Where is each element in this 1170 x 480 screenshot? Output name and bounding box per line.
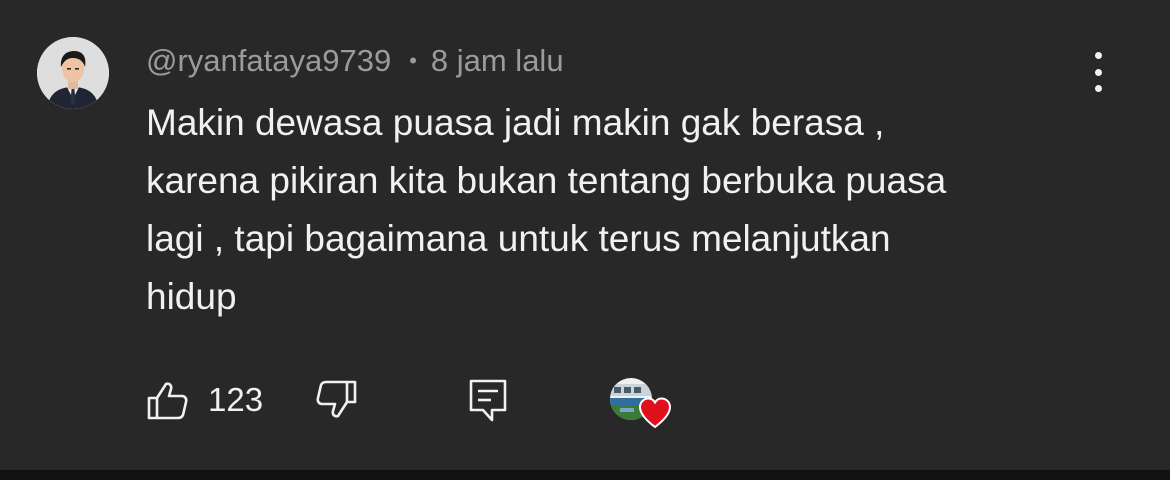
more-actions-button[interactable]: [1080, 52, 1116, 92]
comment-text-line: karena pikiran kita bukan tentang berbuk…: [146, 160, 947, 201]
user-avatar-image: [37, 37, 109, 109]
more-vertical-icon: [1094, 52, 1102, 59]
reply-comment-icon: [469, 379, 507, 422]
comment-card: @ryanfataya9739 • 8 jam lalu Makin dewas…: [0, 0, 1170, 470]
thumbs-down-icon: [316, 380, 357, 418]
heart-icon: [638, 397, 672, 429]
comment-text: Makin dewasa puasa jadi makin gak berasa…: [146, 94, 1106, 326]
creator-heart-badge[interactable]: [610, 378, 674, 434]
comment-meta: @ryanfataya9739 • 8 jam lalu: [146, 42, 564, 80]
like-count: 123: [208, 381, 264, 418]
comment-timestamp[interactable]: 8 jam lalu: [431, 43, 564, 79]
comment-text-line: hidup: [146, 276, 237, 317]
comment-text-line: lagi , tapi bagaimana untuk terus melanj…: [146, 218, 891, 259]
meta-separator: •: [409, 48, 417, 73]
avatar[interactable]: [37, 37, 109, 109]
dislike-button[interactable]: [314, 374, 358, 426]
thumbs-up-icon: [147, 382, 188, 420]
more-vertical-icon-dot: [1094, 85, 1102, 92]
more-vertical-icon-dot: [1094, 68, 1102, 76]
author-handle[interactable]: @ryanfataya9739: [146, 43, 391, 79]
reply-button[interactable]: [466, 374, 510, 426]
bottom-divider: [0, 470, 1170, 480]
like-button[interactable]: 123: [146, 374, 263, 426]
comment-text-line: Makin dewasa puasa jadi makin gak berasa…: [146, 102, 885, 143]
